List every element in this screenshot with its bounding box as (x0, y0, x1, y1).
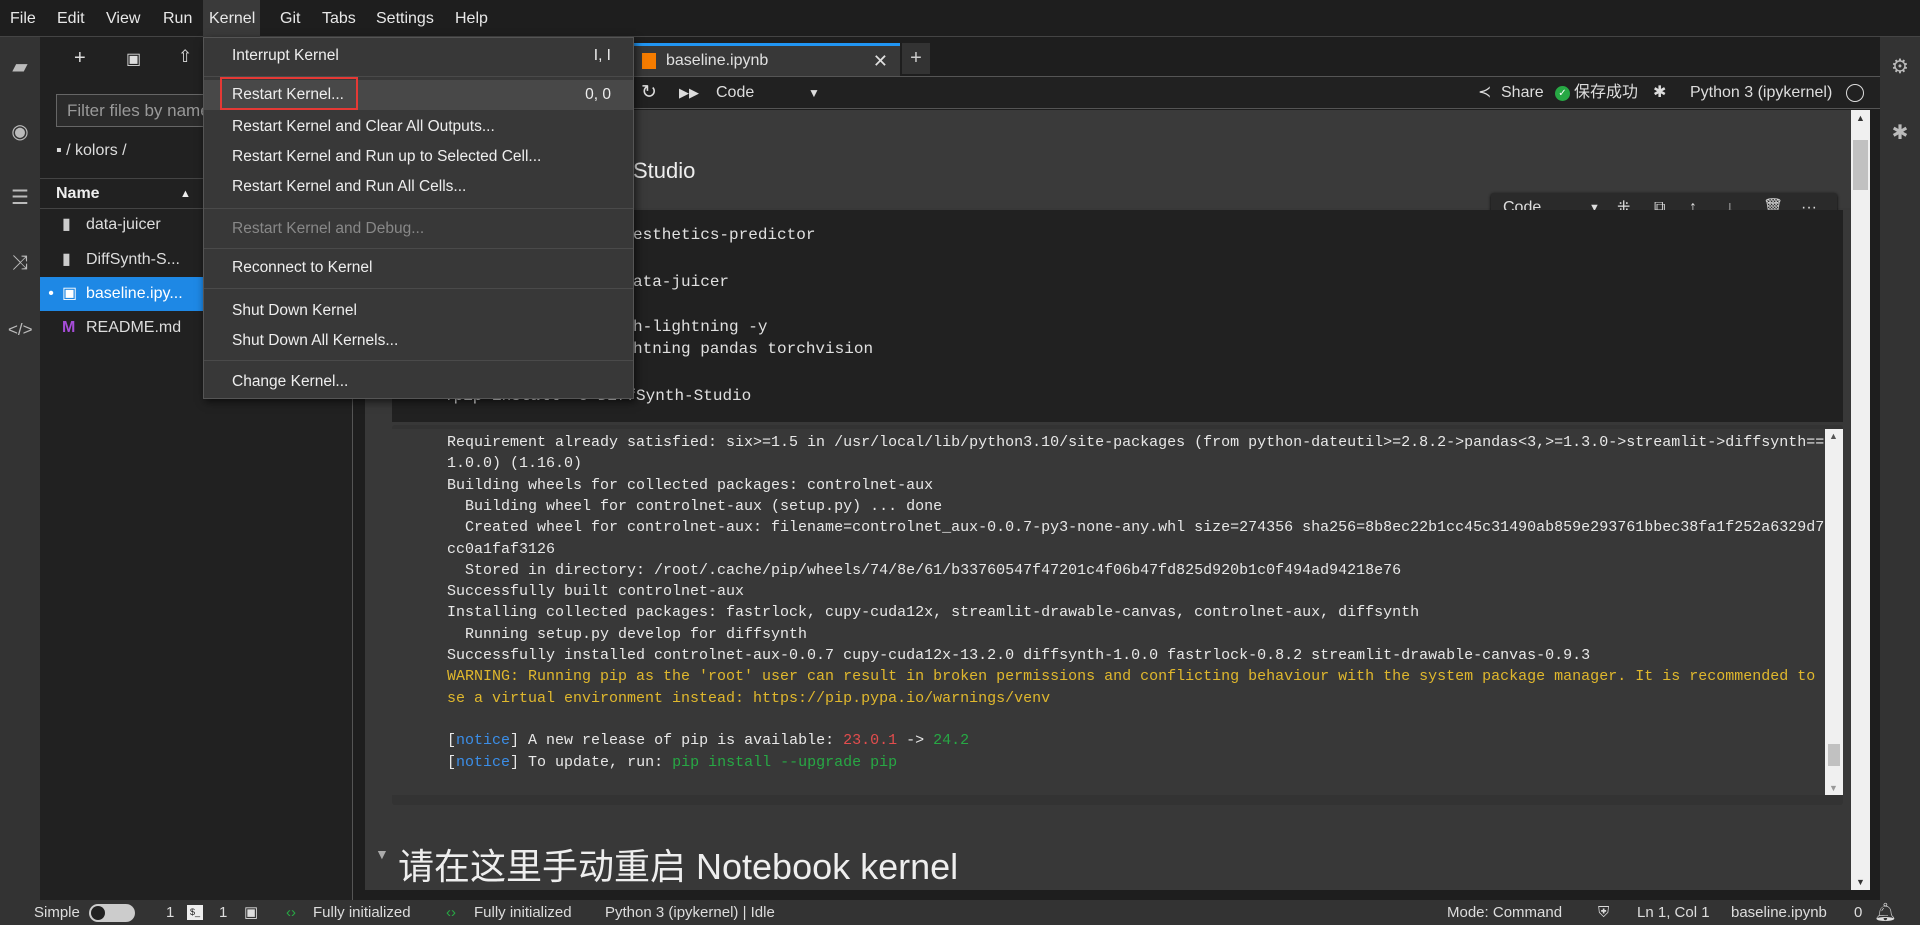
chip-icon: ▣ (244, 904, 259, 921)
output-line: Running setup.py develop for diffsynth (447, 625, 808, 643)
terminal-count[interactable]: 1 (166, 900, 174, 925)
output-line: Building wheel for controlnet-aux (setup… (447, 497, 943, 515)
output-scroll-area[interactable]: Requirement already satisfied: six>=1.5 … (392, 429, 1843, 795)
code-line: h-lightning -y (633, 318, 768, 336)
output-line: se a virtual environment instead: https:… (447, 689, 1051, 707)
share-icon[interactable]: ≺ (1478, 77, 1491, 109)
right-sidebar: ⚙ ✱ (1880, 37, 1920, 900)
code-line: esthetics-predictor (633, 226, 816, 244)
menu-view[interactable]: View (100, 0, 146, 37)
menu-item-restart-run-to-selected[interactable]: Restart Kernel and Run up to Selected Ce… (204, 142, 633, 172)
output-line: WARNING: Running pip as the 'root' user … (447, 668, 1834, 686)
menu-item-restart-clear-outputs[interactable]: Restart Kernel and Clear All Outputs... (204, 112, 633, 142)
debugger-bug-icon[interactable]: ✱ (1888, 121, 1912, 145)
menu-file[interactable]: File (4, 0, 42, 37)
new-tab-button[interactable]: + (902, 43, 930, 74)
menu-git[interactable]: Git (274, 0, 306, 37)
new-launcher-icon[interactable]: + (74, 47, 86, 70)
status-bar: Simple 1 $_ 1 ▣ ‹› Fully initialized ‹› … (0, 900, 1920, 925)
kernel-name[interactable]: Python 3 (ipykernel) (1690, 77, 1832, 109)
kernel-count[interactable]: 1 (219, 900, 227, 925)
notebook-icon: ▣ (62, 285, 78, 302)
bug-icon[interactable]: ✱ (1653, 77, 1666, 109)
menu-item-restart-debug: Restart Kernel and Debug... (232, 220, 425, 237)
sort-ascending-icon: ▲ (180, 188, 191, 200)
code-line: htning pandas torchvision (633, 340, 874, 358)
check-circle-icon: ✓ (1555, 86, 1570, 101)
activity-bar: ▰ ◉ ☰ ⤨ </> (0, 37, 40, 900)
property-inspector-icon[interactable]: ⚙ (1888, 55, 1912, 79)
folder-icon: ▮ (62, 251, 71, 268)
highlight-box (220, 77, 358, 110)
collapse-triangle-icon[interactable]: ▼ (375, 846, 389, 862)
lsp-status[interactable]: Fully initialized (474, 900, 572, 925)
output-scrollbar[interactable]: ▲ ▼ (1825, 429, 1843, 795)
output-line: Successfully built controlnet-aux (447, 583, 745, 601)
lsp-icon: ‹› (446, 904, 456, 921)
output-line: Installing collected packages: fastrlock… (447, 604, 1420, 622)
share-button[interactable]: Share (1501, 77, 1544, 109)
menu-tabs[interactable]: Tabs (316, 0, 362, 37)
output-line: Requirement already satisfied: six>=1.5 … (447, 434, 1825, 451)
menu-edit[interactable]: Edit (51, 0, 91, 37)
menu-run[interactable]: Run (157, 0, 198, 37)
close-icon[interactable]: ✕ (873, 46, 888, 76)
folder-icon: ▪ (56, 142, 67, 159)
tab-baseline[interactable]: baseline.ipynb ✕ (634, 43, 900, 76)
cell-type-select[interactable]: Code (716, 77, 754, 109)
menu-item-interrupt-kernel[interactable]: Interrupt Kernel I, I (204, 41, 633, 71)
mode-indicator: Mode: Command (1447, 904, 1563, 921)
shield-icon[interactable]: ⛨ (1598, 900, 1609, 925)
simple-mode-label: Simple (34, 904, 80, 921)
folder-icon[interactable]: ▰ (8, 55, 32, 79)
kernel-status[interactable]: Python 3 (ipykernel) | Idle (605, 900, 775, 925)
menu-item-shutdown-kernel[interactable]: Shut Down Kernel (204, 296, 633, 326)
menu-help[interactable]: Help (449, 0, 494, 37)
markdown-heading[interactable]: ▼ 请在这里手动重启 Notebook kernel (375, 838, 958, 890)
output-line: cc0a1faf3126 (447, 540, 556, 558)
notice-line: [notice] A new release of pip is availab… (447, 732, 970, 750)
output-line: Stored in directory: /root/.cache/pip/wh… (447, 561, 1402, 579)
notification-count: 0 (1854, 904, 1863, 921)
terminal-icon: $_ (187, 905, 203, 920)
menu-bar: File Edit View Run Kernel Git Tabs Setti… (0, 0, 1920, 37)
output-line: Building wheels for collected packages: … (447, 476, 934, 494)
code-line: ata-juicer (633, 273, 730, 291)
notebook-icon (642, 53, 656, 69)
restart-icon[interactable]: ↻ (641, 77, 657, 109)
notebook-scrollbar[interactable]: ▲ ▼ (1851, 110, 1870, 890)
lsp-status[interactable]: Fully initialized (313, 900, 411, 925)
breadcrumb[interactable]: ▪ / kolors / (56, 142, 127, 160)
stop-circle-icon[interactable]: ◉ (8, 120, 32, 144)
git-shuffle-icon[interactable]: ⤨ (8, 251, 32, 275)
simple-mode-toggle[interactable] (89, 904, 135, 922)
output-line: 1.0.0) (1.16.0) (447, 455, 583, 473)
bell-icon[interactable]: 🔔︎ (1874, 900, 1897, 925)
list-icon[interactable]: ☰ (8, 186, 32, 210)
cursor-position[interactable]: Ln 1, Col 1 (1637, 900, 1710, 925)
current-file: baseline.ipynb (1731, 904, 1827, 921)
save-status: 保存成功 (1574, 84, 1639, 101)
menu-item-reconnect[interactable]: Reconnect to Kernel (204, 253, 633, 283)
menu-kernel[interactable]: Kernel (203, 0, 260, 37)
menu-settings[interactable]: Settings (370, 0, 440, 37)
new-folder-icon[interactable]: ▣ (126, 49, 141, 69)
code-icon[interactable]: </> (8, 318, 33, 342)
chevron-down-icon[interactable]: ▼ (808, 77, 820, 109)
output-line: Successfully installed controlnet-aux-0.… (447, 647, 1591, 664)
kernel-idle-icon (1846, 84, 1864, 102)
menu-item-shutdown-all[interactable]: Shut Down All Kernels... (204, 326, 633, 356)
markdown-icon: M (62, 319, 76, 336)
upload-icon[interactable]: ⇧ (178, 47, 192, 67)
output-line: Created wheel for controlnet-aux: filena… (447, 519, 1834, 537)
folder-icon: ▮ (62, 216, 71, 233)
lsp-icon: ‹› (286, 904, 296, 921)
cell-output: Requirement already satisfied: six>=1.5 … (392, 425, 1843, 805)
notice-line: [notice] To update, run: pip install --u… (447, 753, 898, 771)
menu-item-change-kernel[interactable]: Change Kernel... (204, 367, 633, 397)
run-all-icon[interactable]: ▶▶ (679, 77, 699, 109)
menu-item-restart-run-all[interactable]: Restart Kernel and Run All Cells... (204, 172, 633, 202)
